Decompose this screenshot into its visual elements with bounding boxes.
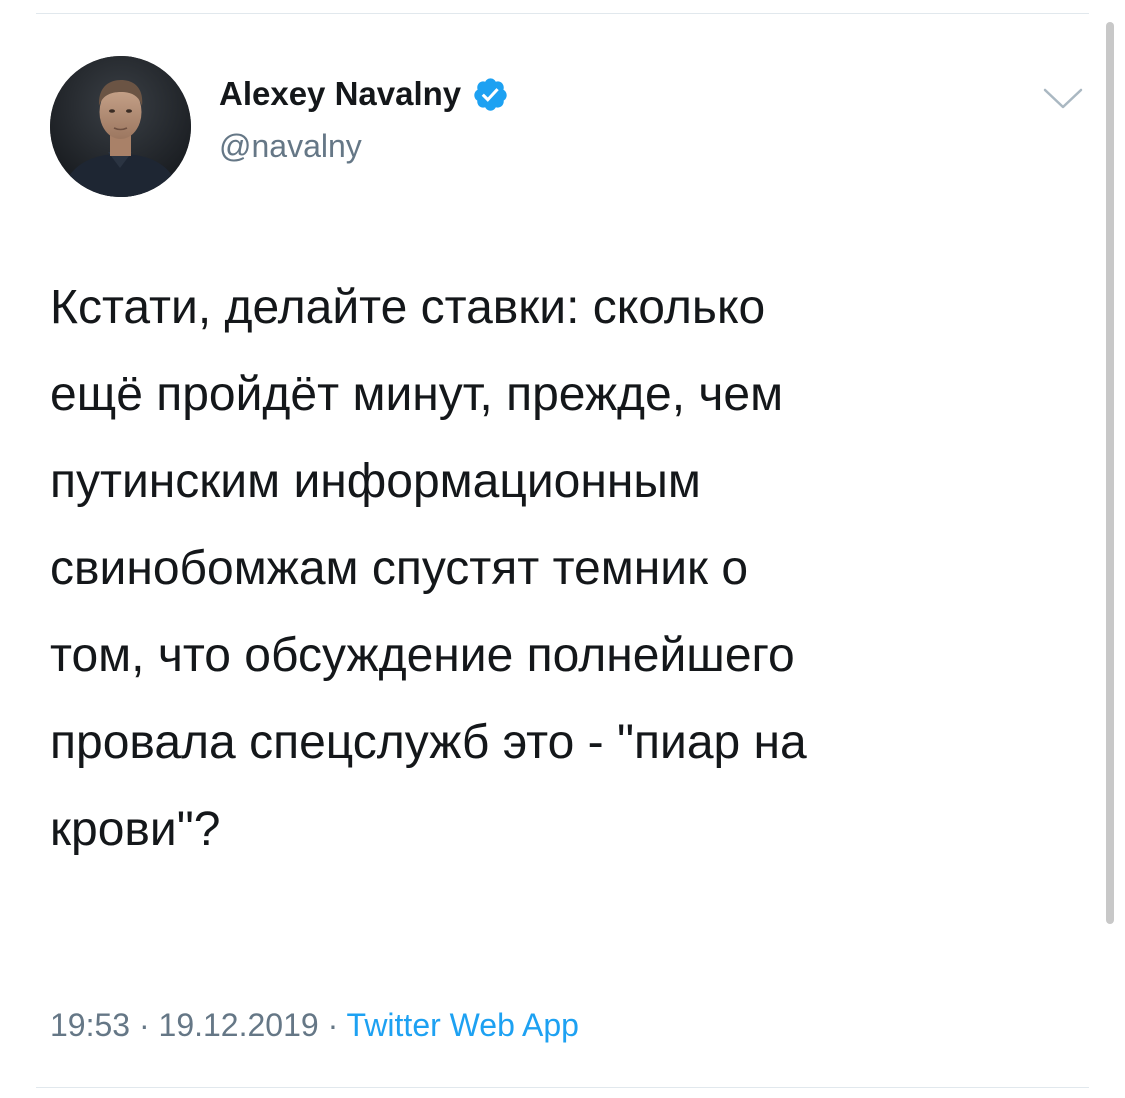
display-name-row[interactable]: Alexey Navalny — [219, 72, 509, 116]
tweet-text: Кстати, делайте ставки: сколько ещё прой… — [50, 281, 807, 856]
tweet-source-link[interactable]: Twitter Web App — [347, 1007, 579, 1043]
meta-separator: · — [130, 1007, 159, 1043]
meta-separator: · — [318, 1007, 347, 1043]
top-divider — [36, 13, 1089, 14]
avatar[interactable] — [50, 56, 191, 197]
tweet-date[interactable]: 19.12.2019 — [159, 1007, 319, 1043]
tweet-meta: 19:53 · 19.12.2019 · Twitter Web App — [50, 1003, 579, 1047]
verified-badge-icon — [474, 77, 507, 111]
user-handle[interactable]: @navalny — [219, 126, 362, 166]
display-name[interactable]: Alexey Navalny — [219, 72, 461, 116]
chevron-down-icon[interactable] — [1042, 86, 1084, 112]
bottom-divider — [36, 1087, 1089, 1088]
scrollbar[interactable] — [1106, 22, 1114, 924]
tweet-time[interactable]: 19:53 — [50, 1007, 130, 1043]
profile-photo — [50, 56, 191, 197]
